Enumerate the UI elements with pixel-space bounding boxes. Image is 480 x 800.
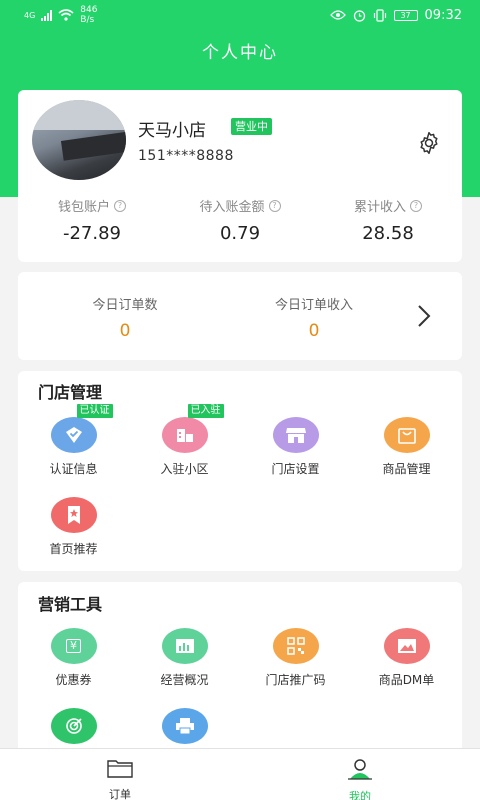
grid-item-label: 入驻小区 bbox=[160, 462, 209, 476]
printer-icon bbox=[161, 708, 208, 744]
stat-value: 0.79 bbox=[219, 223, 261, 244]
qr-code-icon bbox=[272, 628, 319, 664]
bottom-tab-bar: 订单 我的 bbox=[0, 748, 480, 800]
status-badge: 已入驻 bbox=[187, 404, 224, 418]
tab-mine[interactable]: 我的 bbox=[240, 749, 480, 800]
grid-item-label: 商品管理 bbox=[382, 462, 431, 476]
shopping-bag-icon bbox=[383, 417, 430, 453]
wifi-icon bbox=[58, 9, 74, 21]
folder-icon bbox=[107, 760, 133, 778]
grid-item-product-dm[interactable]: 商品DM单 bbox=[351, 628, 462, 688]
community-building-icon: 已入驻 bbox=[161, 404, 224, 453]
tab-label: 订单 bbox=[109, 788, 131, 800]
today-order-count: 今日订单数 0 bbox=[92, 298, 158, 341]
tab-orders[interactable]: 订单 bbox=[0, 749, 240, 800]
avatar[interactable] bbox=[32, 100, 126, 180]
grid-item-label: 优惠券 bbox=[55, 673, 92, 687]
battery-icon: 37 bbox=[393, 9, 418, 21]
network-type: 4G bbox=[24, 10, 36, 20]
grid-item-store-settings[interactable]: 门店设置 bbox=[240, 417, 351, 477]
shop-name: 天马小店 bbox=[138, 121, 206, 141]
storefront-icon bbox=[272, 417, 319, 453]
today-order-income: 今日订单收入 0 bbox=[274, 298, 353, 341]
grid-item-print[interactable] bbox=[129, 708, 240, 744]
status-bar: 4G 846 B/s 37 09:32 bbox=[0, 0, 480, 30]
stat-total-income[interactable]: 累计收入? 28.58 bbox=[314, 196, 462, 244]
clock-time: 09:32 bbox=[424, 7, 462, 23]
grid-item-target[interactable] bbox=[18, 708, 129, 744]
today-orders-card[interactable]: 今日订单数 0 今日订单收入 0 bbox=[18, 272, 462, 360]
section-title: 门店管理 bbox=[38, 383, 103, 402]
phone-number: 151****8888 bbox=[138, 148, 234, 164]
help-icon[interactable]: ? bbox=[410, 199, 422, 212]
alarm-icon bbox=[353, 9, 365, 22]
status-badge: 已认证 bbox=[76, 404, 113, 418]
grid-item-label: 门店推广码 bbox=[265, 673, 326, 687]
signal-icon bbox=[41, 9, 53, 21]
image-flyer-icon bbox=[383, 628, 430, 664]
star-bookmark-icon bbox=[50, 497, 97, 533]
grid-item-product-management[interactable]: 商品管理 bbox=[351, 417, 462, 477]
grid-item-label: 认证信息 bbox=[49, 462, 98, 476]
grid-item-label: 商品DM单 bbox=[378, 673, 435, 687]
network-speed: 846 B/s bbox=[80, 5, 98, 25]
tab-label: 我的 bbox=[349, 790, 371, 800]
grid-item-promo-code[interactable]: 门店推广码 bbox=[240, 628, 351, 688]
target-icon bbox=[50, 708, 97, 744]
status-badge: 营业中 bbox=[231, 118, 272, 135]
section-title: 营销工具 bbox=[38, 595, 103, 614]
grid-item-homepage-recommend[interactable]: 首页推荐 bbox=[18, 497, 129, 557]
stat-wallet[interactable]: 钱包账户? -27.89 bbox=[18, 196, 166, 244]
page-title: 个人中心 bbox=[202, 42, 278, 63]
grid-item-label: 首页推荐 bbox=[49, 542, 98, 556]
stat-value: 28.58 bbox=[362, 223, 414, 244]
grid-item-business-overview[interactable]: 经营概况 bbox=[129, 628, 240, 688]
stat-pending[interactable]: 待入账金额? 0.79 bbox=[166, 196, 314, 244]
grid-item-label: 门店设置 bbox=[271, 462, 320, 476]
grid-item-verification[interactable]: 已认证 认证信息 bbox=[18, 404, 129, 477]
grid-item-coupon[interactable]: ¥ 优惠券 bbox=[18, 628, 129, 688]
gear-icon[interactable] bbox=[416, 130, 442, 156]
stat-value: -27.89 bbox=[62, 223, 122, 244]
grid-item-community[interactable]: 已入驻 入驻小区 bbox=[129, 404, 240, 477]
help-icon[interactable]: ? bbox=[114, 199, 126, 212]
bar-chart-icon bbox=[161, 628, 208, 664]
profile-card: 天马小店 营业中 151****8888 钱包账户? -27.89 待入账金额?… bbox=[18, 90, 462, 262]
grid-item-label: 经营概况 bbox=[160, 673, 209, 687]
eye-icon bbox=[329, 10, 346, 20]
store-management-section: 门店管理 已认证 认证信息 已入驻 入驻小区 门店设置 商品管理 首页推荐 bbox=[18, 371, 462, 571]
coupon-yen-icon: ¥ bbox=[50, 628, 97, 664]
help-icon[interactable]: ? bbox=[268, 199, 281, 212]
marketing-tools-section: 营销工具 ¥ 优惠券 经营概况 门店推广码 商品DM单 bbox=[18, 582, 462, 752]
chevron-right-icon[interactable] bbox=[414, 302, 434, 330]
verified-badge-icon: 已认证 bbox=[50, 404, 113, 453]
vibrate-icon bbox=[373, 8, 386, 22]
user-profile-icon bbox=[348, 759, 372, 780]
